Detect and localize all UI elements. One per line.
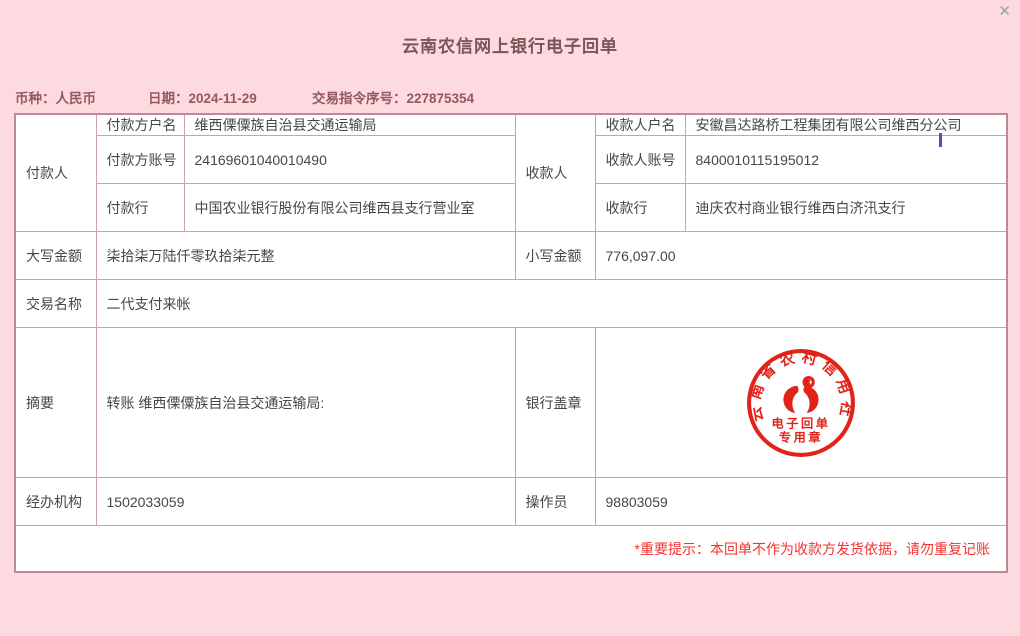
seal-line2: 专用章 [779,429,823,444]
svg-text:云南省农村信用社: 云南省农村信用社 [746,347,857,423]
payer-group-label: 付款人 [14,113,97,232]
table-row: 摘要 转账 维西傈僳族自治县交通运输局: 银行盖章 云南省农村信用社 电子回单 … [14,327,1008,478]
page-title: 云南农信网上银行电子回单 [402,37,618,56]
seal-line1: 电子回单 [771,415,830,430]
table-row: 大写金额 柒拾柒万陆仟零玖拾柒元整 小写金额 776,097.00 [14,231,1008,280]
agency-label: 经办机构 [14,477,97,526]
text-cursor [939,133,942,147]
table-row: 经办机构 1502033059 操作员 98803059 [14,477,1008,526]
summary-value: 转账 维西傈僳族自治县交通运输局: [95,327,516,478]
payee-account-value: 8400010115195012 [684,135,1008,184]
currency-field: 币种：人民币 [15,87,148,107]
date-value: 2024-11-29 [188,91,257,106]
seal-arc-text: 云南省农村信用社 [746,347,851,423]
bank-seal: 云南省农村信用社 电子回单 专用章 [746,347,857,457]
payee-account-label: 收款人账号 [594,135,686,184]
amount-words-value: 柒拾柒万陆仟零玖拾柒元整 [95,231,516,280]
amount-figures-label: 小写金额 [514,231,596,280]
table-row: *重要提示：本回单不作为收款方发货依据，请勿重复记账 [14,525,1008,573]
operator-value: 98803059 [594,477,1008,526]
transaction-name-value: 二代支付来帐 [95,279,1008,328]
agency-value: 1502033059 [95,477,516,526]
serial-label: 交易指令序号： [312,91,407,106]
currency-label: 币种： [15,91,56,106]
payer-name-value: 维西傈僳族自治县交通运输局 [183,113,516,136]
amount-figures-value: 776,097.00 [594,231,1008,280]
table-row: 付款人 付款方户名 维西傈僳族自治县交通运输局 收款人 收款人户名 安徽昌达路桥… [14,113,1008,232]
bank-seal-cell: 云南省农村信用社 电子回单 专用章 [594,327,1008,478]
currency-value: 人民币 [55,91,97,106]
receipt-table: 付款人 付款方户名 维西傈僳族自治县交通运输局 收款人 收款人户名 安徽昌达路桥… [14,113,1008,573]
payee-bank-label: 收款行 [594,183,686,232]
serial-field: 交易指令序号：227875354 [312,87,474,107]
table-row: 付款方账号 24169601040010490 收款人账号 8400010115… [15,135,1008,184]
payee-group-label: 收款人 [514,113,596,232]
bank-seal-label: 银行盖章 [514,327,596,478]
operator-label: 操作员 [514,477,596,526]
summary-label: 摘要 [14,327,97,478]
table-row: 交易名称 二代支付来帐 [14,279,1008,328]
transaction-name-label: 交易名称 [14,279,97,328]
payee-name-label: 收款人户名 [594,113,686,136]
important-notice: *重要提示：本回单不作为收款方发货依据，请勿重复记账 [14,525,1008,573]
date-field: 日期：2024-11-29 [148,87,312,107]
date-label: 日期： [148,91,189,106]
payer-name-label: 付款方户名 [95,113,185,136]
meta-row: 币种：人民币 日期：2024-11-29 交易指令序号：227875354 [15,87,1005,107]
payee-name-value: 安徽昌达路桥工程集团有限公司维西分公司 [684,113,1008,136]
receipt-page: ✕ 云南农信网上银行电子回单 币种：人民币 日期：2024-11-29 交易指令序号… [0,0,1020,636]
payer-bank-value: 中国农业银行股份有限公司维西县支行营业室 [183,183,516,232]
payee-bank-value: 迪庆农村商业银行维西白济汛支行 [684,183,1008,232]
payer-bank-label: 付款行 [95,183,185,232]
serial-value: 227875354 [406,91,475,106]
table-row: 付款行 中国农业银行股份有限公司维西县支行营业室 收款行 迪庆农村商业银行维西白… [15,183,1008,232]
payer-account-value: 24169601040010490 [183,135,516,184]
rural-credit-logo-icon [783,375,819,413]
close-icon[interactable]: ✕ [998,4,1011,19]
payer-account-label: 付款方账号 [95,135,185,184]
amount-words-label: 大写金额 [14,231,97,280]
